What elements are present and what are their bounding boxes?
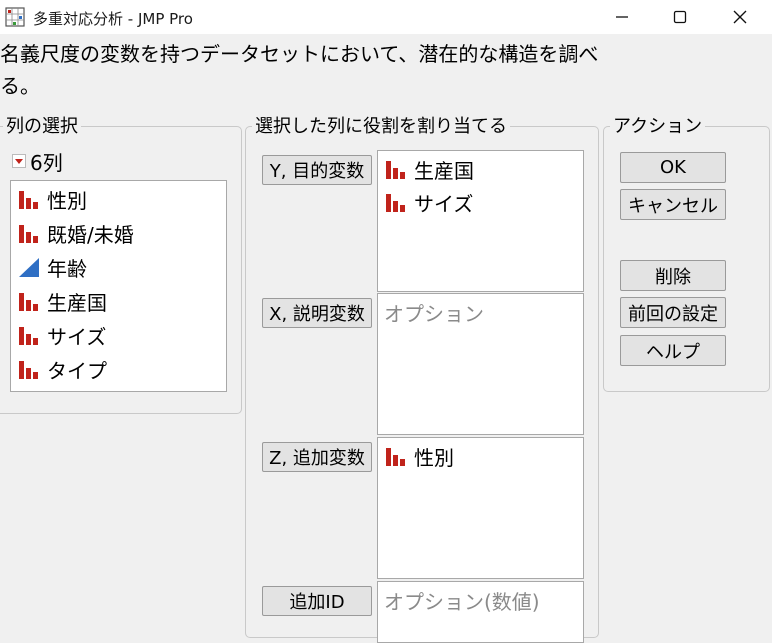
column-item-label: 既婚/未婚 [47, 222, 134, 247]
column-item-label: タイプ [47, 358, 107, 383]
nominal-bar-icon [19, 293, 38, 311]
column-select-legend: 列の選択 [3, 116, 81, 138]
nominal-bar-icon [19, 225, 38, 243]
nominal-bar-icon [386, 448, 405, 466]
column-item-sex[interactable]: 性別 [17, 184, 87, 214]
x-role-placeholder: オプション [384, 301, 484, 326]
help-button[interactable]: ヘルプ [620, 335, 726, 366]
column-item-marital[interactable]: 既婚/未婚 [17, 218, 134, 248]
x-role-button[interactable]: X, 説明変数 [262, 298, 372, 328]
id-role-button[interactable]: 追加ID [262, 586, 372, 616]
ok-button[interactable]: OK [620, 152, 726, 183]
z-role-item-sex[interactable]: 性別 [384, 441, 454, 471]
close-button[interactable] [715, 0, 765, 34]
column-item-label: 性別 [47, 188, 87, 213]
column-list[interactable]: 性別 既婚/未婚 年齢 生産国 サイズ タイプ [10, 180, 227, 392]
nominal-bar-icon [19, 327, 38, 345]
nominal-bar-icon [19, 361, 38, 379]
y-role-list[interactable]: 生産国 サイズ [377, 150, 584, 292]
z-role-list[interactable]: 性別 [377, 437, 584, 579]
nominal-bar-icon [386, 161, 405, 179]
column-item-size[interactable]: サイズ [17, 320, 106, 350]
nominal-bar-icon [19, 191, 38, 209]
id-role-list[interactable]: オプション(数値) [377, 581, 584, 643]
nominal-bar-icon [386, 194, 405, 212]
minimize-icon [616, 16, 628, 18]
column-item-label: 年齢 [47, 256, 87, 281]
z-role-button[interactable]: Z, 追加変数 [262, 442, 372, 472]
column-item-country[interactable]: 生産国 [17, 286, 107, 316]
role-assignment-legend: 選択した列に役割を割り当てる [252, 116, 510, 138]
actions-legend: アクション [610, 116, 706, 138]
title-bar: 多重対応分析 - JMP Pro [0, 0, 772, 34]
column-item-label: 生産国 [47, 290, 107, 315]
role-item-label: 生産国 [414, 158, 474, 183]
description-line-1: 名義尺度の変数を持つデータセットにおいて、潜在的な構造を調べ [0, 42, 599, 66]
column-item-label: サイズ [47, 324, 107, 349]
platform-description: 名義尺度の変数を持つデータセットにおいて、潜在的な構造を調べ る。 [0, 38, 598, 102]
maximize-icon [673, 10, 687, 24]
column-count-label: 6列 [30, 150, 63, 175]
column-item-age[interactable]: 年齢 [17, 252, 87, 282]
cancel-button[interactable]: キャンセル [620, 189, 726, 220]
y-role-item-country[interactable]: 生産国 [384, 154, 474, 184]
y-role-item-size[interactable]: サイズ [384, 187, 473, 217]
recall-button[interactable]: 前回の設定 [620, 297, 726, 328]
close-icon [733, 10, 747, 24]
minimize-button[interactable] [597, 0, 647, 34]
jmp-app-icon [5, 7, 25, 27]
y-role-button[interactable]: Y, 目的変数 [262, 155, 372, 185]
role-item-label: 性別 [414, 445, 454, 470]
window-title: 多重対応分析 - JMP Pro [33, 10, 193, 28]
x-role-list[interactable]: オプション [377, 293, 584, 435]
column-count-row[interactable]: 6列 [12, 148, 63, 175]
id-role-placeholder: オプション(数値) [384, 589, 540, 614]
remove-button[interactable]: 削除 [620, 260, 726, 291]
continuous-triangle-icon [19, 258, 39, 277]
dropdown-triangle-icon[interactable] [12, 154, 26, 168]
column-item-type[interactable]: タイプ [17, 354, 107, 384]
maximize-button[interactable] [655, 0, 705, 34]
role-item-label: サイズ [414, 191, 474, 216]
description-line-2: る。 [0, 74, 40, 98]
